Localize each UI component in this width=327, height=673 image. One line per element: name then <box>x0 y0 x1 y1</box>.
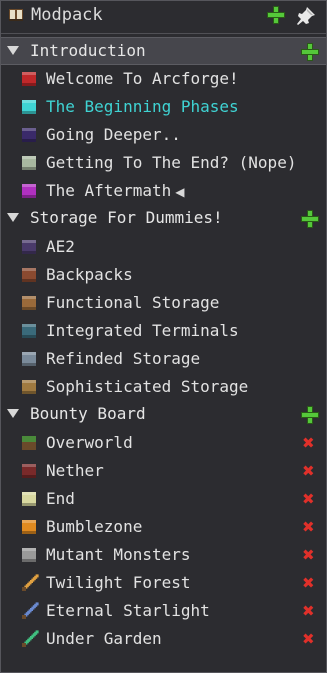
chapter-item[interactable]: The Aftermath ◀ <box>1 177 326 205</box>
chapter-group-label: Storage For Dummies! <box>30 208 223 227</box>
red-crystal-icon <box>22 72 36 86</box>
remove-icon[interactable]: ✖ <box>302 492 315 507</box>
chapter-item[interactable]: Eternal Starlight ✖ <box>1 597 326 625</box>
plus-icon <box>301 406 319 424</box>
chapter-item-label: Refinded Storage <box>46 349 201 368</box>
chest-icon <box>22 380 36 394</box>
chapter-item-label: End <box>46 489 75 508</box>
modpack-title: Modpack <box>31 5 103 25</box>
book-icon <box>9 9 23 21</box>
chapter-group-label: Bounty Board <box>30 404 146 423</box>
chapter-item-label: Backpacks <box>46 265 133 284</box>
panel-header: Modpack <box>1 1 326 31</box>
chapter-item[interactable]: Under Garden ✖ <box>1 625 326 653</box>
chapter-item-label: Eternal Starlight <box>46 601 210 620</box>
chapter-item-label: Overworld <box>46 433 133 452</box>
plus-icon <box>301 210 319 228</box>
chapter-group-0[interactable]: Introduction <box>1 37 326 65</box>
chapter-item-label: Welcome To Arcforge! <box>46 69 239 88</box>
chapter-item[interactable]: Nether ✖ <box>1 457 326 485</box>
chapter-item[interactable]: Getting To The End? (Nope) <box>1 149 326 177</box>
sapling-icon <box>22 100 36 114</box>
chapter-item-label: The Beginning Phases <box>46 97 239 116</box>
remove-icon[interactable]: ✖ <box>302 520 315 535</box>
grass-block-icon <box>22 436 36 450</box>
storage-cell-icon <box>22 240 36 254</box>
honeycomb-icon <box>22 520 36 534</box>
purple-creature-icon <box>22 184 36 198</box>
chevron-down-icon <box>7 409 19 418</box>
chapter-item-label: Sophisticated Storage <box>46 377 249 396</box>
pin-icon[interactable] <box>296 6 316 26</box>
chapter-item-label: Nether <box>46 461 104 480</box>
chapter-item-label: Getting To The End? (Nope) <box>46 153 297 172</box>
chapter-item[interactable]: Backpacks <box>1 261 326 289</box>
terminal-icon <box>22 324 36 338</box>
chapter-item[interactable]: Integrated Terminals <box>1 317 326 345</box>
chapter-item[interactable]: Overworld ✖ <box>1 429 326 457</box>
sword-icon <box>22 574 39 591</box>
backpack-icon <box>22 268 36 282</box>
netherrack-icon <box>22 464 36 478</box>
plus-icon <box>301 43 319 61</box>
chapter-item[interactable]: Welcome To Arcforge! <box>1 65 326 93</box>
drawer-icon <box>22 296 36 310</box>
pointer-icon: ◀ <box>175 185 185 199</box>
remove-icon[interactable]: ✖ <box>302 604 315 619</box>
chapter-group-2[interactable]: Bounty Board <box>1 401 326 429</box>
chapter-item-label: Bumblezone <box>46 517 143 536</box>
chapter-item-label: Twilight Forest <box>46 573 191 592</box>
chapter-item-label: Functional Storage <box>46 293 220 312</box>
chapter-group-1[interactable]: Storage For Dummies! <box>1 205 326 233</box>
chapter-item-label: The Aftermath ◀ <box>46 181 185 200</box>
remove-icon[interactable]: ✖ <box>302 548 315 563</box>
chapter-item-label: Going Deeper.. <box>46 125 181 144</box>
remove-icon[interactable]: ✖ <box>302 436 315 451</box>
quest-panel: Modpack Introduction Welcome To Arcforge!… <box>0 0 327 673</box>
plus-icon <box>267 6 285 24</box>
chapter-item[interactable]: Twilight Forest ✖ <box>1 569 326 597</box>
end-stone-icon <box>22 492 36 506</box>
remove-icon[interactable]: ✖ <box>302 464 315 479</box>
chapter-item[interactable]: Mutant Monsters ✖ <box>1 541 326 569</box>
chapter-item[interactable]: Going Deeper.. <box>1 121 326 149</box>
chapter-item[interactable]: Bumblezone ✖ <box>1 513 326 541</box>
chapter-item[interactable]: The Beginning Phases <box>1 93 326 121</box>
chapter-item-label: AE2 <box>46 237 75 256</box>
chapter-item[interactable]: Refinded Storage <box>1 345 326 373</box>
obsidian-icon <box>22 128 36 142</box>
chapter-item[interactable]: Sophisticated Storage <box>1 373 326 401</box>
header-divider <box>1 33 326 34</box>
chapter-item[interactable]: AE2 <box>1 233 326 261</box>
starlight-sword-icon <box>22 602 39 619</box>
remove-icon[interactable]: ✖ <box>302 576 315 591</box>
chevron-down-icon <box>7 46 19 55</box>
chapter-item[interactable]: End ✖ <box>1 485 326 513</box>
chapter-item-label: Integrated Terminals <box>46 321 239 340</box>
chapter-group-label: Introduction <box>30 41 146 60</box>
emerald-sword-icon <box>22 630 39 647</box>
chevron-down-icon <box>7 213 19 222</box>
remove-icon[interactable]: ✖ <box>302 632 315 647</box>
chapter-item[interactable]: Functional Storage <box>1 289 326 317</box>
chapter-item-label: Mutant Monsters <box>46 545 191 564</box>
chapter-item-label: Under Garden <box>46 629 162 648</box>
scroll-icon <box>22 156 36 170</box>
mutant-icon <box>22 548 36 562</box>
disk-drive-icon <box>22 352 36 366</box>
